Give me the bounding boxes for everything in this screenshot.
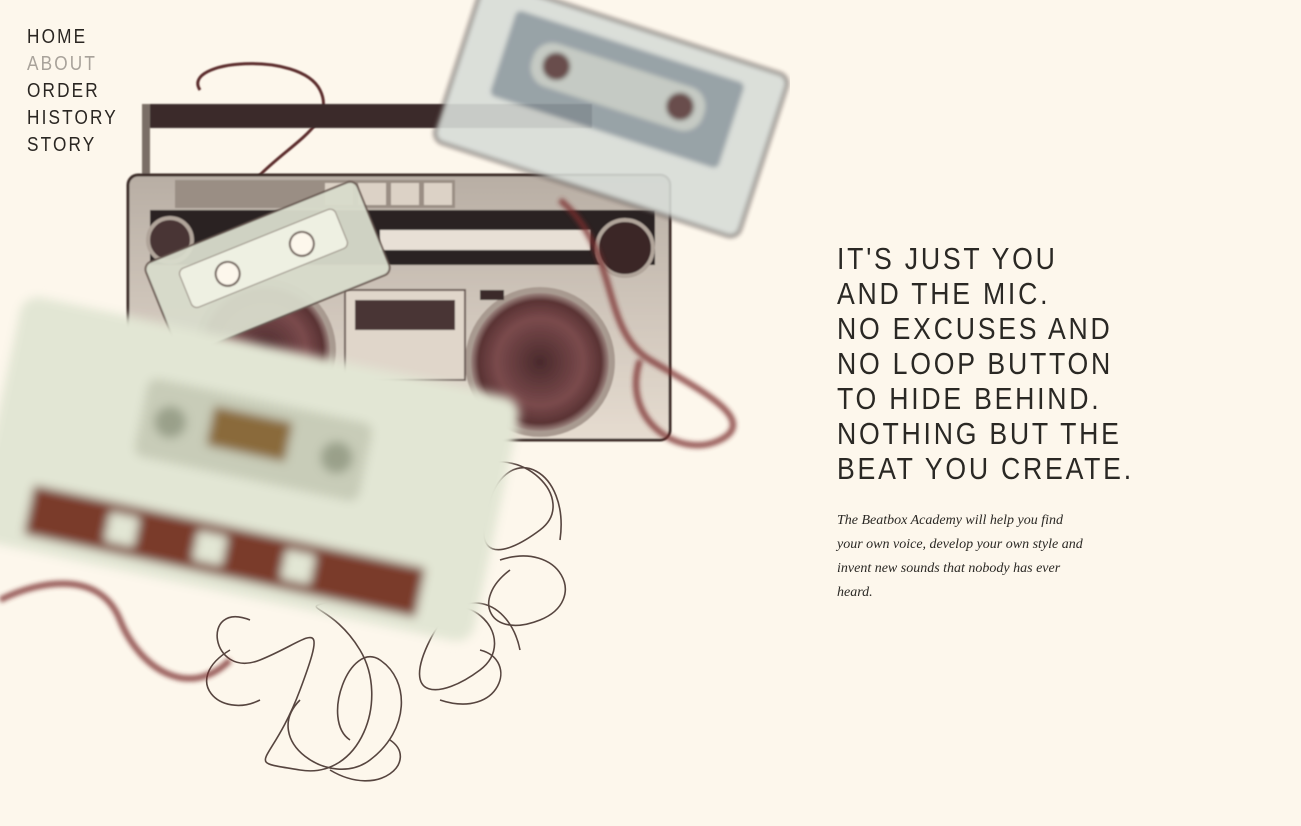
- headline-line: NOTHING BUT THE: [837, 416, 1122, 451]
- hero-blurb: The Beatbox Academy will help you find y…: [837, 513, 1083, 600]
- headline-line: AND THE MIC.: [837, 276, 1051, 311]
- headline-line: NO EXCUSES AND: [837, 311, 1113, 346]
- headline-line: NO LOOP BUTTON: [837, 346, 1114, 381]
- headline-line: TO HIDE BEHIND.: [837, 381, 1102, 416]
- headline-line: BEAT YOU CREATE.: [837, 451, 1134, 486]
- hero-headline: IT'S JUST YOU AND THE MIC. NO EXCUSES AN…: [837, 241, 1134, 486]
- headline-line: IT'S JUST YOU: [837, 241, 1058, 276]
- boombox-illustration: [0, 0, 789, 782]
